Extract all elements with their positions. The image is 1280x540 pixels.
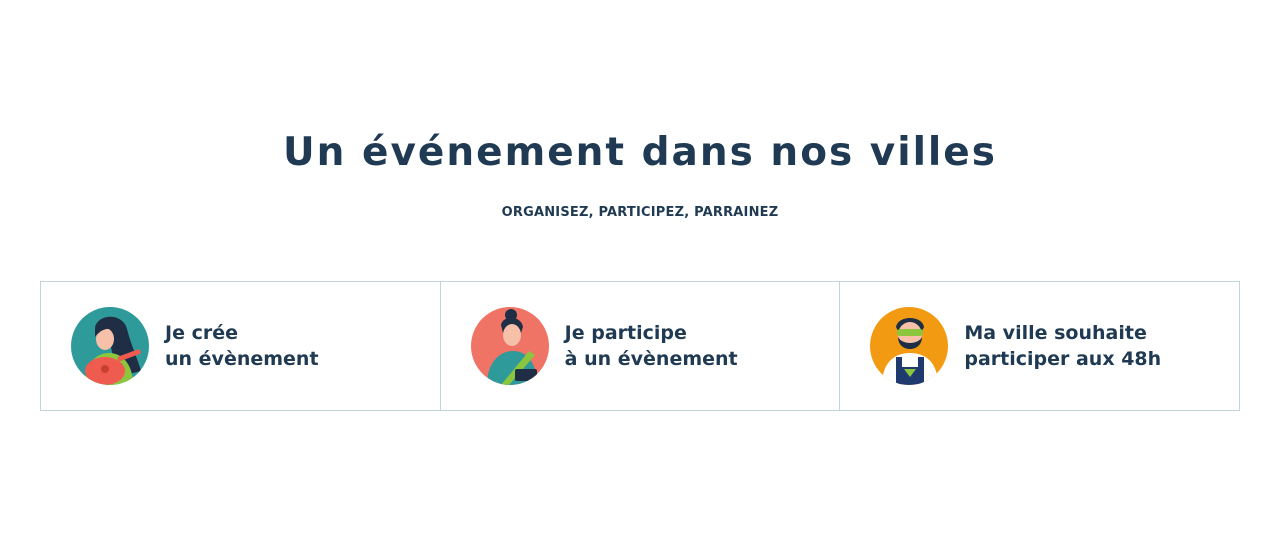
city-participate-label: Ma ville souhaite participer aux 48h <box>964 320 1161 372</box>
bearded-hero-icon <box>870 307 949 385</box>
participate-event-label: Je participe à un évènement <box>565 320 738 372</box>
man-bun-icon <box>470 307 549 385</box>
city-participate-card[interactable]: Ma ville souhaite participer aux 48h <box>839 282 1239 410</box>
events-section: Un événement dans nos villes ORGANISEZ, … <box>0 0 1280 540</box>
section-title: Un événement dans nos villes <box>283 130 997 175</box>
create-event-line2: un évènement <box>165 348 319 370</box>
woman-guitar-icon <box>71 307 149 385</box>
city-participate-line1: Ma ville souhaite <box>964 322 1147 344</box>
participate-event-card[interactable]: Je participe à un évènement <box>439 282 840 410</box>
participate-event-line1: Je participe <box>564 322 687 344</box>
participate-event-line2: à un évènement <box>564 348 738 370</box>
city-participate-line2: participer aux 48h <box>964 348 1162 370</box>
create-event-line1: Je crée <box>165 322 238 344</box>
create-event-label: Je crée un évènement <box>165 320 319 372</box>
section-subtitle: ORGANISEZ, PARTICIPEZ, PARRAINEZ <box>501 205 779 220</box>
action-cards: Je crée un évènement Je participe à un é… <box>40 281 1240 411</box>
create-event-card[interactable]: Je crée un évènement <box>41 282 440 410</box>
